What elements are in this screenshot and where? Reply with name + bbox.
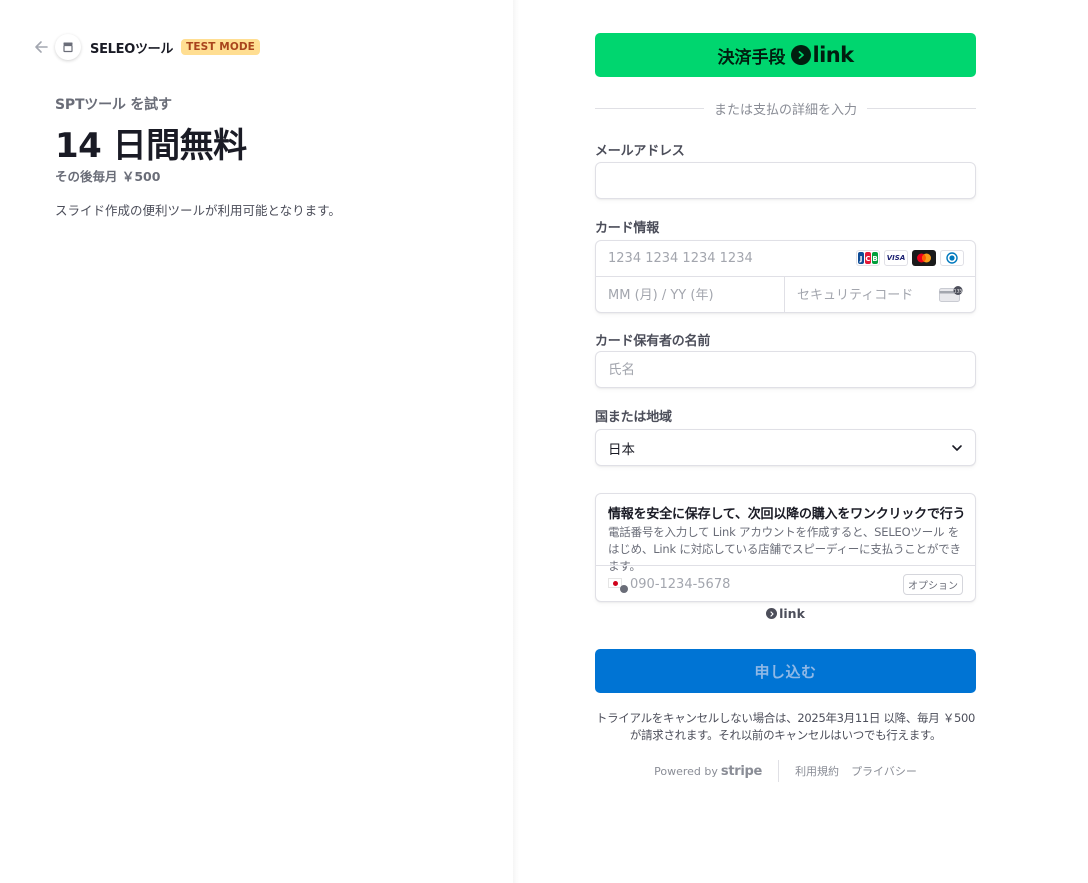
card-number-row: JCB VISA xyxy=(596,241,975,277)
order-summary-panel: SELEOツール TEST MODE SPTツール を試す 14 日間無料 その… xyxy=(0,0,515,883)
card-brands: JCB VISA xyxy=(856,250,964,266)
powered-by-text: Powered by xyxy=(654,764,718,778)
country-select[interactable]: 日本 xyxy=(595,429,976,466)
cvc-card-icon: 135 xyxy=(939,286,963,302)
save-info-heading: 情報を安全に保存して、次回以降の購入をワンクリックで行う xyxy=(608,507,966,522)
link-arrow-icon xyxy=(790,45,811,65)
link-brand-text: link xyxy=(812,43,855,67)
link-save-info-box: 情報を安全に保存して、次回以降の購入をワンクリックで行う 電話番号を入力して L… xyxy=(595,493,976,602)
after-trial-price: その後毎月 ￥500 xyxy=(55,169,161,184)
svg-text:C: C xyxy=(865,255,870,263)
trial-terms-line2: が請求されます。それ以前のキャンセルはいつでも行えます。 xyxy=(629,728,942,742)
country-value: 日本 xyxy=(608,441,635,458)
privacy-link[interactable]: プライバシー xyxy=(851,763,917,779)
expiry-input[interactable] xyxy=(596,277,784,313)
terms-link[interactable]: 利用規約 xyxy=(795,763,839,779)
chevron-down-icon xyxy=(952,444,962,451)
link-logo-text: link xyxy=(779,606,805,621)
link-pay-button[interactable]: 決済手段 link xyxy=(595,33,976,77)
phone-input[interactable] xyxy=(630,576,903,592)
expiry-cell xyxy=(596,277,785,313)
mastercard-icon xyxy=(912,250,936,266)
card-info-label: カード情報 xyxy=(595,221,660,236)
trial-terms: トライアルをキャンセルしない場合は、2025年3月11日 以降、毎月 ￥500 … xyxy=(595,710,976,744)
trial-title: 14 日間無料 xyxy=(55,126,247,166)
product-name: SPTツール を試す xyxy=(55,97,172,113)
svg-text:135: 135 xyxy=(954,288,963,294)
test-mode-badge: TEST MODE xyxy=(181,39,260,55)
subscribe-button[interactable]: 申し込む xyxy=(595,649,976,693)
svg-text:J: J xyxy=(859,255,863,263)
phone-row: オプション xyxy=(596,565,975,602)
payment-form: 決済手段 link または支払の詳細を入力 メールアドレス カード情報 JCB … xyxy=(595,0,977,883)
store-icon xyxy=(55,34,81,60)
visa-icon: VISA xyxy=(884,250,908,266)
cardholder-label: カード保有者の名前 xyxy=(595,334,711,349)
back-arrow-icon[interactable] xyxy=(32,38,50,56)
top-bar: SELEOツール TEST MODE xyxy=(32,32,260,62)
optional-badge: オプション xyxy=(903,573,963,595)
jcb-icon: JCB xyxy=(856,250,880,266)
country-label: 国または地域 xyxy=(595,410,672,425)
link-button-label: 決済手段 xyxy=(717,47,786,68)
subscribe-button-label: 申し込む xyxy=(754,663,817,681)
trial-terms-line1: トライアルをキャンセルしない場合は、2025年3月11日 以降、毎月 ￥500 xyxy=(595,711,976,725)
email-label: メールアドレス xyxy=(595,144,685,159)
link-logo: link xyxy=(595,606,976,621)
cardholder-field-wrapper xyxy=(595,351,976,388)
footer-separator xyxy=(778,760,780,782)
card-info-box: JCB VISA 135 xyxy=(595,240,976,313)
or-divider: または支払の詳細を入力 xyxy=(595,98,977,118)
business-name: SELEOツール xyxy=(90,41,174,57)
powered-by-stripe[interactable]: Powered by stripe xyxy=(654,764,762,779)
email-field[interactable] xyxy=(596,163,975,198)
stripe-logo: stripe xyxy=(720,763,763,779)
email-field-wrapper xyxy=(595,162,976,199)
cardholder-name-input[interactable] xyxy=(596,352,975,387)
panel-divider xyxy=(513,0,519,883)
footer: Powered by stripe 利用規約 プライバシー xyxy=(595,760,976,782)
japan-flag-icon[interactable] xyxy=(608,578,628,593)
cvc-cell: 135 xyxy=(785,277,975,313)
link-circle-icon xyxy=(766,608,778,619)
diners-icon xyxy=(940,250,964,266)
or-divider-text: または支払の詳細を入力 xyxy=(714,102,858,118)
svg-text:B: B xyxy=(872,255,877,263)
product-description: スライド作成の便利ツールが利用可能となります。 xyxy=(55,203,341,218)
